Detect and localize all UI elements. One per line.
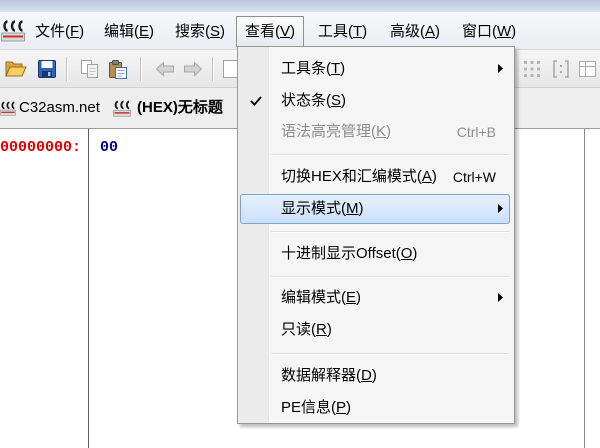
menu-item-label: 十进制显示Offset(O) bbox=[281, 245, 418, 262]
menu-separator bbox=[271, 276, 509, 277]
accelerator-key: R bbox=[316, 321, 327, 338]
accelerator-key: M bbox=[346, 200, 359, 217]
accelerator-key: S bbox=[210, 23, 221, 40]
menu-item-data-interpreter[interactable]: 数据解释器(D) bbox=[240, 361, 510, 391]
tab-hex-untitled[interactable]: (HEX)无标题 bbox=[113, 92, 237, 124]
paste-icon[interactable] bbox=[108, 59, 128, 79]
check-mark-icon bbox=[250, 96, 262, 106]
app-logo-icon bbox=[113, 100, 131, 117]
dotted-grid-icon[interactable] bbox=[522, 59, 542, 79]
menu-bar: 文件(F) 编辑(E) 搜索(S) 查看(V) 工具(T) 高级(A) 窗口(W… bbox=[0, 12, 600, 50]
accelerator-key: F bbox=[70, 23, 80, 40]
save-icon[interactable] bbox=[37, 59, 57, 79]
menu-item-syntax-highlight[interactable]: 语法高亮管理(K) Ctrl+B bbox=[240, 117, 510, 147]
toolbar-separator bbox=[212, 57, 213, 81]
accelerator-key: T bbox=[353, 23, 363, 40]
app-logo-icon bbox=[0, 101, 16, 116]
menu-item-decimal-offset[interactable]: 十进制显示Offset(O) bbox=[240, 239, 510, 269]
column-divider bbox=[584, 129, 585, 448]
menu-item-label: 编辑模式(E) bbox=[281, 289, 362, 306]
app-logo-icon[interactable] bbox=[1, 18, 25, 42]
accelerator-key: V bbox=[280, 23, 291, 40]
menu-tools[interactable]: 工具(T) bbox=[309, 17, 376, 47]
menu-item-label: 显示模式(M) bbox=[281, 200, 364, 217]
menu-item-toolbar[interactable]: 工具条(T) bbox=[240, 54, 510, 84]
accelerator-key: E bbox=[346, 289, 357, 306]
menu-view[interactable]: 查看(V) bbox=[236, 16, 305, 47]
table-icon[interactable] bbox=[578, 59, 598, 79]
accelerator-key: A bbox=[421, 168, 432, 185]
menu-file[interactable]: 文件(F) bbox=[26, 17, 93, 47]
menu-search[interactable]: 搜索(S) bbox=[166, 17, 234, 47]
tab-label: (HEX)无标题 bbox=[137, 99, 223, 116]
menu-item-label: 状态条(S) bbox=[281, 92, 347, 109]
forward-arrow-icon[interactable] bbox=[183, 61, 203, 77]
menu-edit[interactable]: 编辑(E) bbox=[95, 17, 163, 47]
tab-c32asm-net[interactable]: C32asm.net bbox=[0, 92, 108, 124]
menu-item-label: 工具条(T) bbox=[281, 60, 346, 77]
menu-item-toggle-hex-asm[interactable]: 切换HEX和汇编模式(A) Ctrl+W bbox=[240, 162, 510, 192]
view-menu-dropdown: 工具条(T) 状态条(S) 语法高亮管理(K) Ctrl+B 切换HEX和汇编模… bbox=[237, 46, 515, 424]
menu-separator bbox=[271, 154, 509, 155]
accelerator-key: O bbox=[400, 245, 413, 262]
accelerator-key: D bbox=[361, 367, 372, 384]
menu-item-shortcut: Ctrl+W bbox=[452, 169, 496, 185]
accelerator-key: T bbox=[331, 60, 341, 77]
hex-byte[interactable]: 00 bbox=[100, 139, 118, 156]
toolbar-separator bbox=[66, 57, 67, 81]
menu-item-label: 语法高亮管理(K) bbox=[281, 123, 392, 140]
menu-item-label: 切换HEX和汇编模式(A) bbox=[281, 168, 437, 185]
accelerator-key: K bbox=[376, 123, 387, 140]
accelerator-key: W bbox=[497, 23, 512, 40]
window-title-bar bbox=[0, 0, 600, 12]
copy-icon[interactable] bbox=[80, 59, 100, 79]
menu-item-pe-info[interactable]: PE信息(P) bbox=[240, 393, 510, 423]
back-arrow-icon[interactable] bbox=[155, 61, 175, 77]
submenu-arrow-icon bbox=[498, 204, 503, 213]
menu-item-edit-mode[interactable]: 编辑模式(E) bbox=[240, 283, 510, 313]
accelerator-key: P bbox=[336, 399, 347, 416]
menu-item-statusbar[interactable]: 状态条(S) bbox=[240, 86, 510, 116]
submenu-arrow-icon bbox=[498, 293, 503, 302]
menu-window[interactable]: 窗口(W) bbox=[453, 17, 525, 47]
menu-separator bbox=[271, 353, 509, 354]
tab-label: C32asm.net bbox=[19, 99, 100, 116]
offset-column: 00000000: bbox=[0, 129, 89, 448]
menu-advanced[interactable]: 高级(A) bbox=[381, 17, 449, 47]
menu-item-read-only[interactable]: 只读(R) bbox=[240, 315, 510, 345]
toolbar-separator bbox=[140, 57, 141, 81]
menu-item-shortcut: Ctrl+B bbox=[456, 124, 496, 140]
open-folder-icon[interactable] bbox=[5, 59, 27, 79]
menu-item-display-mode[interactable]: 显示模式(M) bbox=[240, 194, 510, 224]
menu-separator bbox=[271, 231, 509, 232]
accelerator-key: S bbox=[331, 92, 342, 109]
submenu-arrow-icon bbox=[498, 64, 503, 73]
bracket-icon[interactable] bbox=[551, 59, 571, 79]
row-offset: 00000000: bbox=[0, 139, 82, 156]
menu-item-label: 数据解释器(D) bbox=[281, 367, 377, 384]
menu-item-label: PE信息(P) bbox=[281, 399, 352, 416]
accelerator-key: E bbox=[139, 23, 150, 40]
menu-item-label: 只读(R) bbox=[281, 321, 332, 338]
accelerator-key: A bbox=[425, 23, 436, 40]
